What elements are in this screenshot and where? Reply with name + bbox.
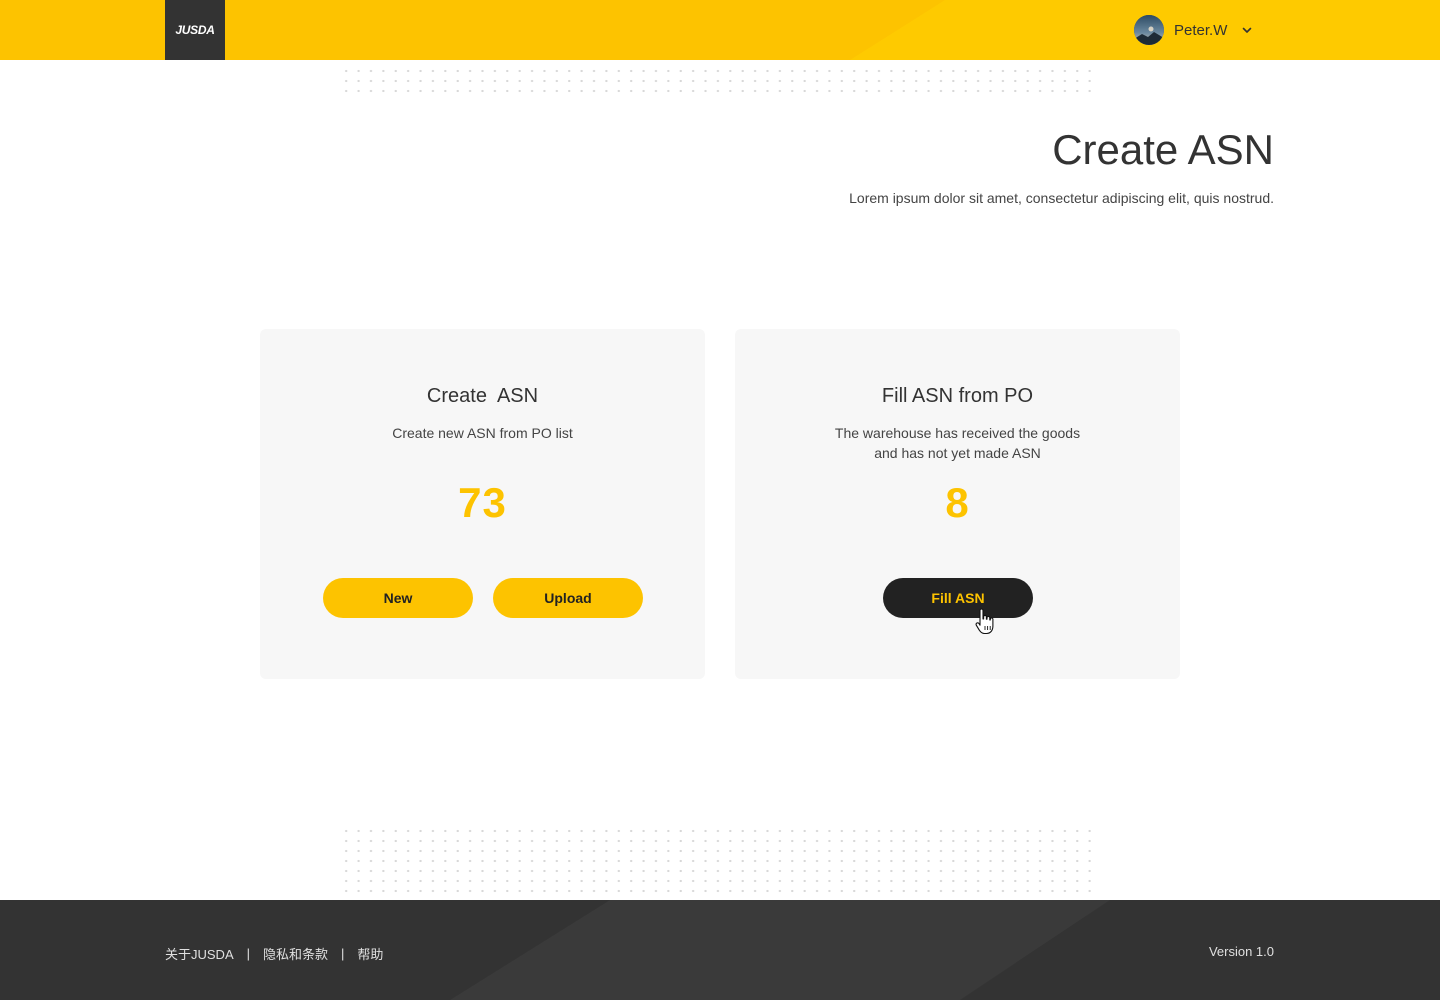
card-description: The warehouse has received the goods and… (795, 423, 1120, 463)
page-footer: 关于JUSDA | 隐私和条款 | 帮助 Version 1.0 (0, 900, 1440, 1000)
chevron-down-icon[interactable] (1241, 24, 1253, 36)
po-count: 73 (458, 479, 507, 526)
footer-links: 关于JUSDA | 隐私和条款 | 帮助 (165, 944, 383, 963)
fill-asn-button[interactable]: Fill ASN (883, 578, 1033, 618)
logo-text: JUSDA (175, 23, 215, 37)
upload-asn-button[interactable]: Upload (493, 578, 643, 618)
user-name: Peter.W (1174, 21, 1228, 39)
page-title: Create ASN (1052, 126, 1274, 173)
page: JUSDA Peter.W Create ASN Lorem ipsum dol… (0, 0, 1440, 1000)
dot-pattern-top (340, 66, 1100, 96)
new-asn-button[interactable]: New (323, 578, 473, 618)
version-label: Version 1.0 (1208, 944, 1274, 959)
user-menu[interactable]: Peter.W (1134, 14, 1253, 46)
footer-link-privacy[interactable]: 隐私和条款 (263, 944, 328, 963)
card-description-line-2: and has not yet made ASN (874, 445, 1041, 461)
fill-asn-card: Fill ASN from PO The warehouse has recei… (735, 329, 1180, 679)
footer-separator: | (341, 946, 345, 961)
top-header: JUSDA Peter.W (0, 0, 1440, 60)
footer-separator: | (246, 946, 251, 961)
page-subtitle: Lorem ipsum dolor sit amet, consectetur … (849, 190, 1274, 206)
pending-count: 8 (945, 479, 970, 526)
card-title: Create ASN (426, 385, 539, 407)
hand-pointer-icon (975, 608, 994, 635)
footer-link-help[interactable]: 帮助 (357, 944, 383, 963)
card-description-line-1: The warehouse has received the goods (834, 425, 1081, 441)
footer-link-about[interactable]: 关于JUSDA (165, 944, 234, 963)
jusda-logo[interactable]: JUSDA (165, 0, 225, 60)
create-asn-card: Create ASN Create new ASN from PO list 7… (260, 329, 705, 679)
card-title: Fill ASN from PO (881, 385, 1034, 407)
user-avatar (1134, 15, 1164, 45)
dot-pattern-bottom (340, 826, 1100, 896)
card-description: Create new ASN from PO list (320, 423, 645, 443)
card-description-text: Create new ASN from PO list (392, 425, 573, 441)
